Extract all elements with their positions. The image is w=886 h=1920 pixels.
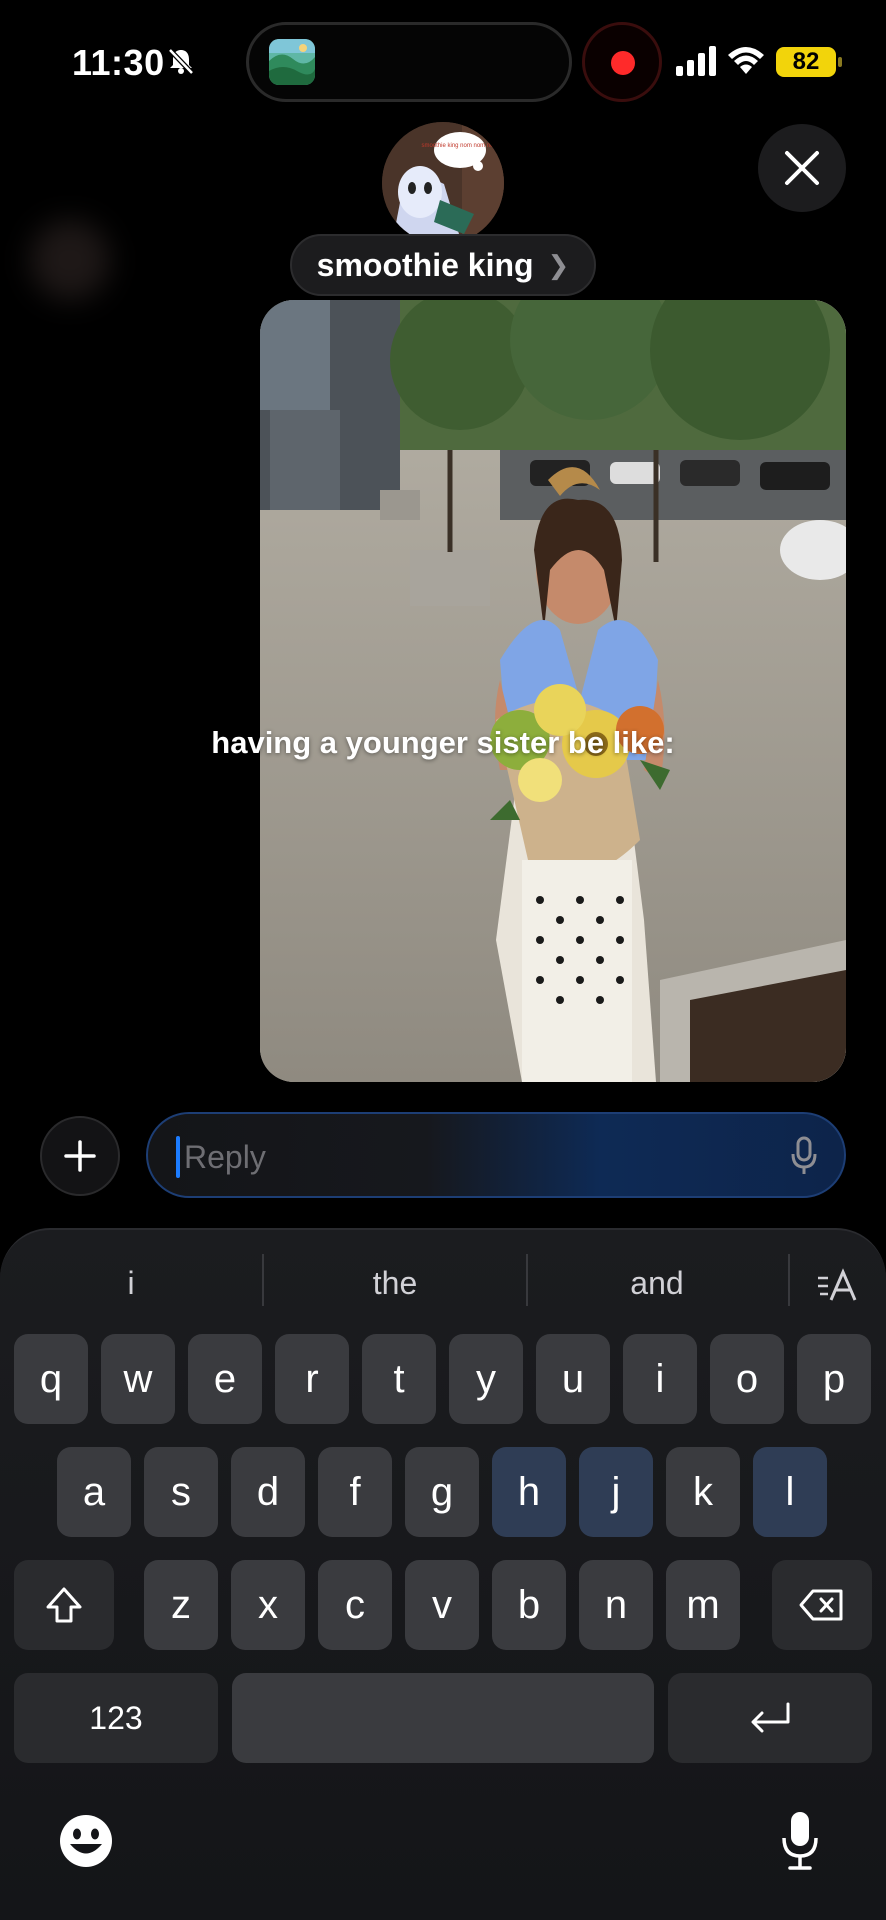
delete-icon <box>799 1589 843 1621</box>
reply-input[interactable] <box>184 1132 744 1182</box>
key-v[interactable]: v <box>405 1560 479 1650</box>
key-x[interactable]: x <box>231 1560 305 1650</box>
avatar-caption: smoothie king nom nom nom <box>421 143 498 149</box>
delete-key[interactable] <box>772 1560 872 1650</box>
key-q[interactable]: q <box>14 1334 88 1424</box>
key-l[interactable]: l <box>753 1447 827 1537</box>
cellular-signal-icon <box>676 46 716 76</box>
emoji-icon[interactable] <box>58 1813 114 1869</box>
numbers-key[interactable]: 123 <box>14 1673 218 1763</box>
suggestion-divider <box>526 1254 528 1306</box>
key-u[interactable]: u <box>536 1334 610 1424</box>
contact-avatar[interactable]: smoothie king nom nom nom <box>382 122 504 244</box>
key-f[interactable]: f <box>318 1447 392 1537</box>
key-s[interactable]: s <box>144 1447 218 1537</box>
key-t[interactable]: t <box>362 1334 436 1424</box>
story-caption: having a younger sister be like: <box>211 725 675 760</box>
contact-name-button[interactable]: smoothie king ❯ <box>290 234 596 296</box>
key-c[interactable]: c <box>318 1560 392 1650</box>
suggestion-2[interactable]: the <box>282 1252 508 1314</box>
key-p[interactable]: p <box>797 1334 871 1424</box>
battery-indicator: 82 <box>776 47 842 77</box>
shift-icon <box>46 1587 82 1623</box>
landscape-app-icon <box>269 39 315 85</box>
bell-slash-icon <box>168 48 194 75</box>
chevron-right-icon: ❯ <box>547 249 570 280</box>
key-e[interactable]: e <box>188 1334 262 1424</box>
record-dot-icon <box>611 51 635 75</box>
key-a[interactable]: a <box>57 1447 131 1537</box>
key-n[interactable]: n <box>579 1560 653 1650</box>
keyboard: i the and q w e r t y u i o p a s d f g … <box>0 1228 886 1920</box>
close-button[interactable] <box>758 124 846 212</box>
shift-key[interactable] <box>14 1560 114 1650</box>
key-r[interactable]: r <box>275 1334 349 1424</box>
key-k[interactable]: k <box>666 1447 740 1537</box>
status-bar: 11:30 82 <box>0 0 886 130</box>
screen-recording-indicator[interactable] <box>582 22 662 102</box>
add-button[interactable] <box>40 1116 120 1196</box>
close-icon <box>785 151 819 185</box>
suggestion-3[interactable]: and <box>546 1252 768 1314</box>
key-m[interactable]: m <box>666 1560 740 1650</box>
key-o[interactable]: o <box>710 1334 784 1424</box>
key-b[interactable]: b <box>492 1560 566 1650</box>
key-h[interactable]: h <box>492 1447 566 1537</box>
key-d[interactable]: d <box>231 1447 305 1537</box>
suggestion-divider <box>262 1254 264 1306</box>
key-y[interactable]: y <box>449 1334 523 1424</box>
story-photo[interactable] <box>260 300 846 1082</box>
key-i[interactable]: i <box>623 1334 697 1424</box>
suggestion-divider <box>788 1254 790 1306</box>
key-j[interactable]: j <box>579 1447 653 1537</box>
key-z[interactable]: z <box>144 1560 218 1650</box>
key-w[interactable]: w <box>101 1334 175 1424</box>
return-icon <box>751 1702 790 1733</box>
wifi-icon <box>728 47 764 74</box>
key-g[interactable]: g <box>405 1447 479 1537</box>
suggestion-1[interactable]: i <box>20 1252 242 1314</box>
status-time: 11:30 <box>72 42 165 83</box>
text-cursor <box>176 1136 180 1178</box>
contact-name: smoothie king <box>316 246 534 283</box>
reply-field[interactable] <box>146 1112 846 1198</box>
dictation-microphone-icon[interactable] <box>780 1810 820 1872</box>
return-key[interactable] <box>668 1673 872 1763</box>
text-format-icon[interactable] <box>816 1266 860 1306</box>
space-key[interactable] <box>232 1673 654 1763</box>
plus-icon <box>64 1140 96 1172</box>
background-blur <box>30 220 110 300</box>
dynamic-island[interactable] <box>246 22 572 102</box>
microphone-icon[interactable] <box>790 1136 818 1176</box>
